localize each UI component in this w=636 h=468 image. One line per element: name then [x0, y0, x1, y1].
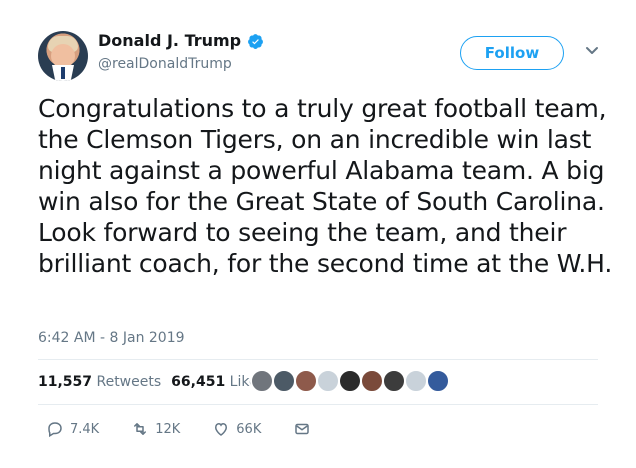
- liker-avatar[interactable]: [382, 369, 406, 393]
- reply-count: 7.4K: [70, 421, 100, 437]
- reply-button[interactable]: 7.4K: [46, 420, 99, 438]
- retweet-count: 12K: [155, 421, 181, 437]
- tweet-timestamp[interactable]: 6:42 AM - 8 Jan 2019: [38, 330, 185, 346]
- retweets-label: Retweets: [96, 374, 162, 390]
- stats-bottom-divider: [38, 404, 598, 405]
- liker-avatar-row: [250, 369, 450, 393]
- retweet-icon: [134, 423, 147, 435]
- heart-icon: [215, 422, 228, 436]
- stats-top-divider: [38, 359, 598, 360]
- avatar-face: [51, 44, 75, 68]
- retweets-count: 11,557: [38, 374, 93, 390]
- like-count: 66K: [236, 421, 262, 437]
- liker-avatar[interactable]: [294, 369, 318, 393]
- liker-avatar[interactable]: [360, 369, 384, 393]
- liker-avatar[interactable]: [316, 369, 340, 393]
- account-handle[interactable]: @realDonaldTrump: [98, 54, 264, 74]
- liker-avatar[interactable]: [272, 369, 296, 393]
- liker-avatar[interactable]: [338, 369, 362, 393]
- engagement-stats: 11,557 Retweets 66,451 Likes: [38, 374, 265, 390]
- liker-avatar[interactable]: [426, 369, 450, 393]
- display-name-row[interactable]: Donald J. Trump: [98, 31, 264, 51]
- reply-icon: [48, 422, 62, 438]
- chevron-down-icon[interactable]: [583, 44, 601, 58]
- retweets-stat[interactable]: 11,557 Retweets: [38, 374, 161, 390]
- follow-button[interactable]: Follow: [460, 36, 564, 70]
- display-name[interactable]: Donald J. Trump: [98, 31, 241, 51]
- retweet-button[interactable]: 12K: [131, 420, 180, 438]
- liker-avatar[interactable]: [404, 369, 428, 393]
- mail-icon: [295, 423, 310, 435]
- avatar[interactable]: [38, 31, 88, 81]
- verified-badge-icon: [248, 33, 264, 49]
- like-button[interactable]: 66K: [212, 420, 261, 438]
- liker-avatar[interactable]: [250, 369, 274, 393]
- likes-count: 66,451: [171, 374, 226, 390]
- avatar-tie: [61, 67, 65, 79]
- tweet-actions: 7.4K 12K 66K: [46, 420, 343, 438]
- account-header: Donald J. Trump @realDonaldTrump: [98, 31, 264, 74]
- tweet-text: Congratulations to a truly great footbal…: [38, 94, 613, 278]
- direct-message-button[interactable]: [293, 420, 311, 438]
